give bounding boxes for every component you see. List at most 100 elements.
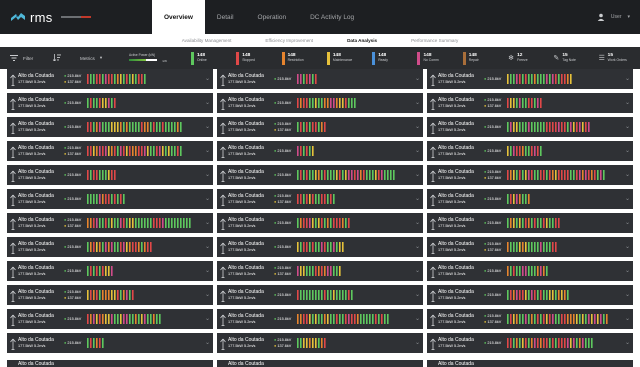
- turbine-card[interactable]: Alto da Coutada 177.5kW 5.2m/s ● 215.8kV ● …: [7, 141, 213, 161]
- turbine-card[interactable]: Alto da Coutada 177.5kW 5.2m/s ● 215.8kV ⌄: [427, 141, 633, 161]
- turbine-card[interactable]: Alto da Coutada 177.5kW 5.2m/s ● 215.8kV ⌄: [427, 261, 633, 281]
- turbine-card[interactable]: Alto da Coutada 177.5kW 5.2m/s ● 215.8kV ⌄: [427, 69, 633, 89]
- chevron-down-icon[interactable]: ⌄: [415, 76, 420, 82]
- turbine-card[interactable]: Alto da Coutada 177.5kW 5.2m/s ● 215.8kV ● …: [217, 189, 423, 209]
- turbine-card[interactable]: Alto da Coutada 177.5kW 5.2m/s ● 215.8kV ⌄: [427, 189, 633, 209]
- status-stat-online[interactable]: 148 Online: [187, 47, 232, 69]
- chevron-down-icon[interactable]: ⌄: [415, 100, 420, 106]
- turbine-card[interactable]: Alto da Coutada 177.5kW 5.2m/s ● 215.8kV ● …: [427, 309, 633, 329]
- turbine-card[interactable]: Alto da Coutada 177.5kW 5.2m/s ● 215.8kV ⌄: [217, 285, 423, 305]
- chevron-down-icon[interactable]: ⌄: [205, 76, 210, 82]
- turbine-card[interactable]: Alto da Coutada: [427, 360, 633, 367]
- chevron-down-icon[interactable]: ⌄: [205, 220, 210, 226]
- chevron-down-icon[interactable]: ⌄: [625, 316, 630, 322]
- turbine-card[interactable]: Alto da Coutada 177.5kW 5.2m/s ● 215.8kV ● …: [427, 237, 633, 257]
- chevron-down-icon[interactable]: ⌄: [625, 172, 630, 178]
- chevron-down-icon[interactable]: ⌄: [625, 76, 630, 82]
- chevron-down-icon[interactable]: ⌄: [415, 316, 420, 322]
- turbine-card[interactable]: Alto da Coutada 177.5kW 5.2m/s ● 215.8kV ⌄: [427, 117, 633, 137]
- turbine-card[interactable]: Alto da Coutada 177.5kW 5.2m/s ● 215.8kV ● …: [217, 333, 423, 353]
- turbine-card[interactable]: Alto da Coutada 177.5kW 5.2m/s ● 215.8kV ⌄: [7, 165, 213, 185]
- turbine-card[interactable]: Alto da Coutada 177.5kW 5.2m/s ● 215.8kV ● …: [7, 69, 213, 89]
- chevron-down-icon[interactable]: ⌄: [415, 268, 420, 274]
- chevron-down-icon[interactable]: ⌄: [625, 124, 630, 130]
- chevron-down-icon[interactable]: ⌄: [415, 340, 420, 346]
- status-stat-restriction[interactable]: 148 Restriction: [278, 47, 323, 69]
- turbine-card[interactable]: Alto da Coutada 177.5kW 5.2m/s ● 215.8kV ⌄: [7, 261, 213, 281]
- subtab-performance-summary[interactable]: Performance Summary: [394, 34, 475, 47]
- status-stat-ready[interactable]: 148 Ready: [368, 47, 413, 69]
- chevron-down-icon[interactable]: ⌄: [625, 340, 630, 346]
- turbine-card[interactable]: Alto da Coutada 177.5kW 5.2m/s ● 215.8kV ● …: [217, 261, 423, 281]
- turbine-card[interactable]: Alto da Coutada 177.5kW 5.2m/s ● 215.8kV ⌄: [7, 237, 213, 257]
- turbine-card[interactable]: Alto da Coutada 177.5kW 5.2m/s ● 215.8kV ● …: [427, 165, 633, 185]
- turbine-card[interactable]: Alto da Coutada 177.5kW 5.2m/s ● 215.8kV ⌄: [217, 237, 423, 257]
- turbine-card[interactable]: Alto da Coutada 177.5kW 5.2m/s ● 215.8kV ⌄: [7, 309, 213, 329]
- chevron-down-icon[interactable]: ⌄: [625, 220, 630, 226]
- chevron-down-icon[interactable]: ⌄: [205, 292, 210, 298]
- turbine-card[interactable]: Alto da Coutada 177.5kW 5.2m/s ● 215.8kV ⌄: [7, 93, 213, 113]
- turbine-card[interactable]: Alto da Coutada 177.5kW 5.2m/s ● 215.8kV ⌄: [217, 93, 423, 113]
- chevron-down-icon[interactable]: ⌄: [415, 148, 420, 154]
- turbine-card[interactable]: Alto da Coutada 177.5kW 5.2m/s ● 215.8kV ⌄: [217, 141, 423, 161]
- tab-operation[interactable]: Operation: [246, 0, 299, 34]
- chevron-down-icon[interactable]: ⌄: [625, 196, 630, 202]
- turbine-card[interactable]: Alto da Coutada 177.5kW 5.2m/s ● 215.8kV ⌄: [7, 117, 213, 137]
- status-history-bar: [540, 290, 542, 300]
- status-stat-repair[interactable]: 148 Repair: [459, 47, 504, 69]
- status-stat-maintenance[interactable]: 148 Maintenance: [323, 47, 368, 69]
- status-stat-work-orders[interactable]: ☰ 15 Work Orders: [595, 47, 640, 69]
- tab-detail[interactable]: Detail: [205, 0, 246, 34]
- chevron-down-icon[interactable]: ⌄: [625, 268, 630, 274]
- chevron-down-icon[interactable]: ⌄: [415, 220, 420, 226]
- chevron-down-icon[interactable]: ⌄: [625, 100, 630, 106]
- user-menu[interactable]: User ▾: [597, 0, 630, 34]
- subtab-efficiency-improvement[interactable]: Efficiency Improvement: [248, 34, 330, 47]
- turbine-card[interactable]: Alto da Coutada: [217, 360, 423, 367]
- chevron-down-icon[interactable]: ⌄: [205, 124, 210, 130]
- chevron-down-icon[interactable]: ⌄: [415, 244, 420, 250]
- chevron-down-icon[interactable]: ⌄: [415, 292, 420, 298]
- chevron-down-icon[interactable]: ⌄: [205, 340, 210, 346]
- tab-dc-activity-log[interactable]: DC Activity Log: [298, 0, 366, 34]
- turbine-card[interactable]: Alto da Coutada 177.5kW 5.2m/s ● 215.8kV ⌄: [217, 213, 423, 233]
- chevron-down-icon[interactable]: ⌄: [205, 268, 210, 274]
- filter-button[interactable]: Filter: [0, 47, 40, 69]
- status-stat-freeze[interactable]: ❄ 12 Freeze: [504, 47, 549, 69]
- turbine-card[interactable]: Alto da Coutada 177.5kW 5.2m/s ● 215.8kV ⌄: [7, 189, 213, 209]
- chevron-down-icon[interactable]: ⌄: [205, 100, 210, 106]
- chevron-down-icon[interactable]: ⌄: [205, 172, 210, 178]
- turbine-card[interactable]: Alto da Coutada 177.5kW 5.2m/s ● 215.8kV ⌄: [427, 285, 633, 305]
- chevron-down-icon[interactable]: ⌄: [205, 316, 210, 322]
- turbine-card[interactable]: Alto da Coutada 177.5kW 5.2m/s ● 215.8kV ● …: [7, 285, 213, 305]
- chevron-down-icon[interactable]: ⌄: [625, 148, 630, 154]
- turbine-card[interactable]: Alto da Coutada 177.5kW 5.2m/s ● 215.8kV ⌄: [427, 213, 633, 233]
- turbine-card[interactable]: Alto da Coutada 177.5kW 5.2m/s ● 215.8kV ● …: [7, 213, 213, 233]
- turbine-card[interactable]: Alto da Coutada 177.5kW 5.2m/s ● 215.8kV ⌄: [217, 165, 423, 185]
- chevron-down-icon[interactable]: ⌄: [415, 124, 420, 130]
- chevron-down-icon[interactable]: ⌄: [625, 292, 630, 298]
- status-stat-tag-note[interactable]: ✎ 15 Tag Note: [549, 47, 594, 69]
- turbine-card[interactable]: Alto da Coutada 177.5kW 5.2m/s ● 215.8kV ⌄: [427, 333, 633, 353]
- status-stat-stopped[interactable]: 148 Stopped: [232, 47, 277, 69]
- chevron-down-icon[interactable]: ⌄: [625, 244, 630, 250]
- chevron-down-icon[interactable]: ⌄: [205, 244, 210, 250]
- turbine-card[interactable]: Alto da Coutada 177.5kW 5.2m/s ● 215.8kV ● …: [427, 93, 633, 113]
- subtab-availability-management[interactable]: Availability Management: [165, 34, 249, 47]
- turbine-card[interactable]: Alto da Coutada: [7, 360, 213, 367]
- turbine-card[interactable]: Alto da Coutada 177.5kW 5.2m/s ● 215.8kV ● …: [217, 117, 423, 137]
- turbine-card[interactable]: Alto da Coutada 177.5kW 5.2m/s ● 215.8kV ⌄: [217, 309, 423, 329]
- status-stat-no-comm[interactable]: 148 No Comm: [413, 47, 458, 69]
- metrics-dropdown[interactable]: Metrics ▾: [75, 47, 125, 69]
- status-stat-text: 148 No Comm: [423, 53, 438, 63]
- chevron-down-icon[interactable]: ⌄: [205, 196, 210, 202]
- subtab-data-analysis[interactable]: Data Analysis: [330, 34, 394, 47]
- chevron-down-icon[interactable]: ⌄: [205, 148, 210, 154]
- chevron-down-icon[interactable]: ⌄: [415, 172, 420, 178]
- sort-button[interactable]: [40, 47, 75, 69]
- chevron-down-icon[interactable]: ⌄: [415, 196, 420, 202]
- app-logo[interactable]: rms: [10, 10, 105, 25]
- turbine-card[interactable]: Alto da Coutada 177.5kW 5.2m/s ● 215.8kV ⌄: [7, 333, 213, 353]
- tab-overview[interactable]: Overview: [152, 0, 205, 34]
- turbine-card[interactable]: Alto da Coutada 177.5kW 5.2m/s ● 215.8kV ⌄: [217, 69, 423, 89]
